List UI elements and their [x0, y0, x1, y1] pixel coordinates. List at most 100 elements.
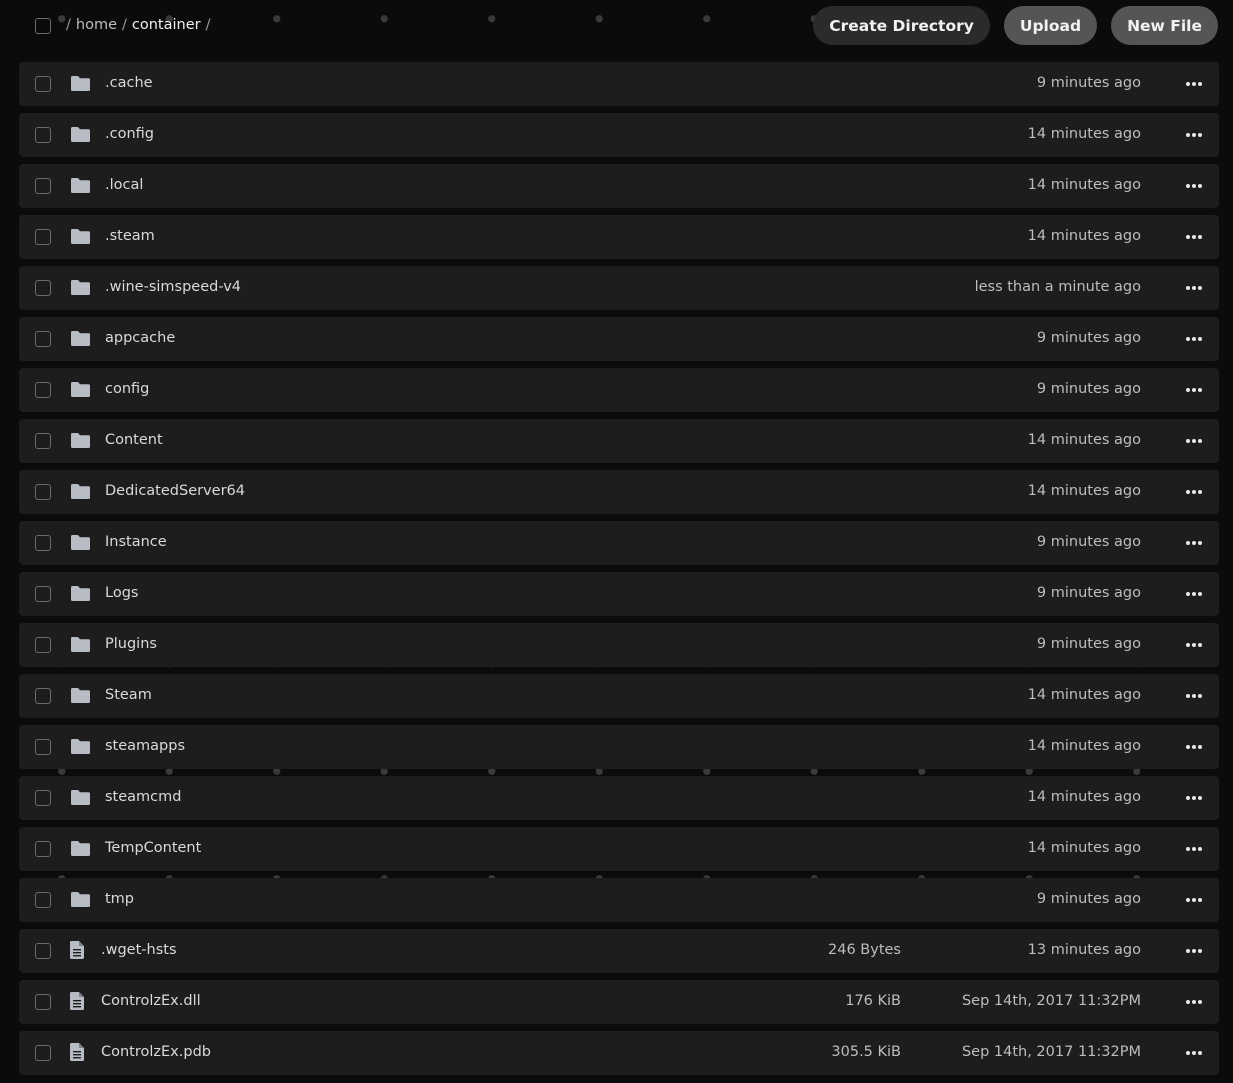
file-name[interactable]: Plugins	[105, 636, 157, 652]
more-options-icon[interactable]	[1186, 1051, 1202, 1055]
upload-button[interactable]: Upload	[1003, 6, 1098, 45]
row-checkbox[interactable]	[35, 790, 51, 806]
row-checkbox[interactable]	[35, 586, 51, 602]
file-name[interactable]: steamapps	[105, 738, 185, 754]
row-checkbox[interactable]	[35, 127, 51, 143]
more-options-icon[interactable]	[1186, 337, 1202, 341]
row-checkbox[interactable]	[35, 535, 51, 551]
more-options-icon[interactable]	[1186, 490, 1202, 494]
more-options-icon[interactable]	[1186, 847, 1202, 851]
file-modified: 14 minutes ago	[1027, 177, 1141, 193]
file-name[interactable]: ControlzEx.pdb	[101, 1044, 211, 1060]
file-name[interactable]: DedicatedServer64	[105, 483, 245, 499]
folder-row[interactable]: tmp 9 minutes ago	[19, 878, 1219, 922]
folder-row[interactable]: Instance 9 minutes ago	[19, 521, 1219, 565]
file-row[interactable]: ControlzEx.dll 176 KiB Sep 14th, 2017 11…	[19, 980, 1219, 1024]
folder-row[interactable]: .steam 14 minutes ago	[19, 215, 1219, 259]
folder-row[interactable]: Steam 14 minutes ago	[19, 674, 1219, 718]
file-row[interactable]: .wget-hsts 246 Bytes 13 minutes ago	[19, 929, 1219, 973]
more-options-icon[interactable]	[1186, 133, 1202, 137]
folder-row[interactable]: .cache 9 minutes ago	[19, 62, 1219, 106]
more-options-icon[interactable]	[1186, 745, 1202, 749]
new-file-button[interactable]: New File	[1111, 6, 1218, 45]
create-directory-button[interactable]: Create Directory	[813, 6, 990, 45]
file-name[interactable]: Content	[105, 432, 163, 448]
file-name[interactable]: Logs	[105, 585, 138, 601]
more-options-icon[interactable]	[1186, 898, 1202, 902]
file-name[interactable]: TempContent	[105, 840, 201, 856]
file-name[interactable]: Steam	[105, 687, 152, 703]
file-modified: 14 minutes ago	[1027, 789, 1141, 805]
row-checkbox[interactable]	[35, 484, 51, 500]
file-name[interactable]: .config	[105, 126, 154, 142]
file-name[interactable]: .wine-simspeed-v4	[105, 279, 241, 295]
file-modified: 14 minutes ago	[1027, 432, 1141, 448]
more-options-icon[interactable]	[1186, 286, 1202, 290]
folder-row[interactable]: config 9 minutes ago	[19, 368, 1219, 412]
folder-row[interactable]: Content 14 minutes ago	[19, 419, 1219, 463]
folder-icon	[71, 127, 90, 146]
file-name[interactable]: tmp	[105, 891, 134, 907]
file-name[interactable]: appcache	[105, 330, 175, 346]
more-options-icon[interactable]	[1186, 592, 1202, 596]
file-name[interactable]: Instance	[105, 534, 167, 550]
row-checkbox[interactable]	[35, 1045, 51, 1061]
file-list: .cache 9 minutes ago .config 14 minutes …	[19, 62, 1219, 1082]
breadcrumb-separator: /	[66, 17, 71, 33]
file-name[interactable]: .steam	[105, 228, 155, 244]
more-options-icon[interactable]	[1186, 541, 1202, 545]
row-checkbox[interactable]	[35, 229, 51, 245]
file-name[interactable]: .local	[105, 177, 143, 193]
more-options-icon[interactable]	[1186, 439, 1202, 443]
file-modified: 14 minutes ago	[1027, 687, 1141, 703]
folder-row[interactable]: .local 14 minutes ago	[19, 164, 1219, 208]
more-options-icon[interactable]	[1186, 235, 1202, 239]
more-options-icon[interactable]	[1186, 1000, 1202, 1004]
folder-icon	[71, 841, 90, 860]
file-name[interactable]: .wget-hsts	[101, 942, 177, 958]
row-checkbox[interactable]	[35, 433, 51, 449]
folder-row[interactable]: DedicatedServer64 14 minutes ago	[19, 470, 1219, 514]
folder-row[interactable]: appcache 9 minutes ago	[19, 317, 1219, 361]
file-modified: 9 minutes ago	[1036, 75, 1141, 91]
folder-row[interactable]: steamcmd 14 minutes ago	[19, 776, 1219, 820]
row-checkbox[interactable]	[35, 943, 51, 959]
file-name[interactable]: ControlzEx.dll	[101, 993, 201, 1009]
folder-row[interactable]: .config 14 minutes ago	[19, 113, 1219, 157]
file-name[interactable]: config	[105, 381, 149, 397]
folder-row[interactable]: steamapps 14 minutes ago	[19, 725, 1219, 769]
row-checkbox[interactable]	[35, 688, 51, 704]
row-checkbox[interactable]	[35, 178, 51, 194]
breadcrumb-item-home[interactable]: home	[76, 17, 117, 33]
folder-row[interactable]: Logs 9 minutes ago	[19, 572, 1219, 616]
file-modified: 9 minutes ago	[1036, 636, 1141, 652]
more-options-icon[interactable]	[1186, 949, 1202, 953]
file-modified: 14 minutes ago	[1027, 228, 1141, 244]
file-modified: 9 minutes ago	[1036, 534, 1141, 550]
more-options-icon[interactable]	[1186, 796, 1202, 800]
folder-row[interactable]: TempContent 14 minutes ago	[19, 827, 1219, 871]
row-checkbox[interactable]	[35, 382, 51, 398]
more-options-icon[interactable]	[1186, 694, 1202, 698]
row-checkbox[interactable]	[35, 994, 51, 1010]
folder-icon	[71, 739, 90, 758]
row-checkbox[interactable]	[35, 637, 51, 653]
row-checkbox[interactable]	[35, 892, 51, 908]
row-checkbox[interactable]	[35, 76, 51, 92]
folder-icon	[71, 382, 90, 401]
more-options-icon[interactable]	[1186, 643, 1202, 647]
folder-row[interactable]: .wine-simspeed-v4 less than a minute ago	[19, 266, 1219, 310]
more-options-icon[interactable]	[1186, 82, 1202, 86]
select-all-checkbox[interactable]	[35, 18, 51, 34]
file-name[interactable]: .cache	[105, 75, 153, 91]
row-checkbox[interactable]	[35, 331, 51, 347]
row-checkbox[interactable]	[35, 280, 51, 296]
more-options-icon[interactable]	[1186, 184, 1202, 188]
row-checkbox[interactable]	[35, 739, 51, 755]
breadcrumb-item-container[interactable]: container	[132, 17, 201, 33]
file-name[interactable]: steamcmd	[105, 789, 181, 805]
more-options-icon[interactable]	[1186, 388, 1202, 392]
folder-row[interactable]: Plugins 9 minutes ago	[19, 623, 1219, 667]
row-checkbox[interactable]	[35, 841, 51, 857]
file-row[interactable]: ControlzEx.pdb 305.5 KiB Sep 14th, 2017 …	[19, 1031, 1219, 1075]
